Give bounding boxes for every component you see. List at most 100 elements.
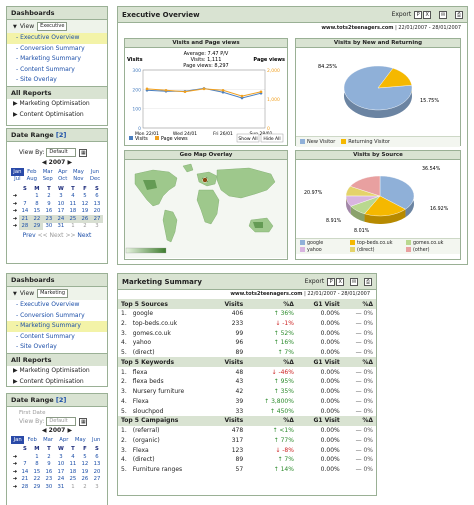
calendar-day[interactable]: 16 xyxy=(43,468,55,476)
table-row[interactable]: 3. Flexa 123 ↓ -8% 0.00% — 0% xyxy=(118,445,376,455)
export-xml-icon[interactable]: X xyxy=(336,277,345,286)
table-row[interactable]: 5. (direct) 89 ↑ 7% 0.00% — 0% xyxy=(118,348,376,358)
help-link[interactable]: [2] xyxy=(56,131,66,139)
email-icon[interactable]: ✉ xyxy=(439,10,448,19)
calendar-day[interactable]: 24 xyxy=(54,215,67,223)
calendar-day[interactable]: 19 xyxy=(79,208,91,216)
month-mar[interactable]: Mar xyxy=(40,168,56,176)
calendar-day[interactable]: 23 xyxy=(42,215,55,223)
next-year-arrow[interactable]: ▶ xyxy=(67,159,72,166)
sidebar-item-content-summary[interactable]: - Content Summary xyxy=(7,65,107,76)
calendar-day[interactable]: 30 xyxy=(43,223,55,231)
calendar-day[interactable]: 9 xyxy=(43,200,55,208)
sidebar-item-site-overlay[interactable]: - Site Overlay xyxy=(7,75,107,86)
calendar-day[interactable]: 25 xyxy=(66,215,79,223)
prev-link[interactable]: Prev xyxy=(23,232,36,239)
calendar-day[interactable]: 1 xyxy=(31,193,43,201)
table-row[interactable]: 2. (organic) 317 ↑ 77% 0.00% — 0% xyxy=(118,436,376,446)
email-icon[interactable]: ✉ xyxy=(350,277,359,286)
calendar-day[interactable]: 3 xyxy=(55,193,67,201)
calendar-day[interactable]: 25 xyxy=(67,476,79,484)
month-jan[interactable]: Jan xyxy=(11,436,25,444)
calendar-day[interactable]: 1 xyxy=(31,453,43,461)
calendar-day[interactable]: 12 xyxy=(79,461,91,469)
calendar-icon[interactable]: ▦ xyxy=(79,148,88,157)
calendar-day[interactable] xyxy=(19,193,31,201)
series-point[interactable] xyxy=(183,90,187,94)
calendar-day[interactable]: 24 xyxy=(55,476,67,484)
month-oct[interactable]: Oct xyxy=(56,176,70,184)
sidebar-item-site-overlay-2[interactable]: - Site Overlay xyxy=(7,342,107,353)
calendar-day[interactable]: 31 xyxy=(55,483,67,491)
month-may[interactable]: May xyxy=(70,168,87,176)
hide-all-button[interactable]: Hide All xyxy=(260,133,284,143)
calendar-day[interactable]: 21 xyxy=(18,215,31,223)
table-row[interactable]: 5. Furniture ranges 57 ↑ 14% 0.00% — 0% xyxy=(118,465,376,475)
month-jun[interactable]: Jun xyxy=(87,168,103,176)
calendar-day[interactable]: 15 xyxy=(31,208,43,216)
table-row[interactable]: 2. top-beds.co.uk 233 ↓ -1% 0.00% — 0% xyxy=(118,319,376,329)
table-row[interactable]: 4. yahoo 96 ↑ 16% 0.00% — 0% xyxy=(118,338,376,348)
prev-year-arrow-2[interactable]: ◀ xyxy=(42,427,47,434)
calendar-icon-2[interactable]: ▦ xyxy=(79,417,88,426)
calendar-day[interactable]: 8 xyxy=(31,200,43,208)
calendar-day[interactable]: 13 xyxy=(91,200,103,208)
calendar-day[interactable]: 16 xyxy=(43,208,55,216)
table-row[interactable]: 3. Nursery furniture 42 ↑ 35% 0.00% — 0% xyxy=(118,387,376,397)
month-aug[interactable]: Aug xyxy=(24,176,40,184)
calendar-day[interactable]: 28 xyxy=(18,222,31,230)
calendar-day[interactable]: 14 xyxy=(19,468,31,476)
next-year-arrow-2[interactable]: ▶ xyxy=(67,427,72,434)
week-select-arrow[interactable]: ➜ xyxy=(11,193,19,201)
calendar-day[interactable] xyxy=(19,453,31,461)
show-all-button[interactable]: Show All xyxy=(236,133,260,143)
week-select-arrow[interactable]: ➜ xyxy=(11,468,19,476)
calendar-day[interactable]: 28 xyxy=(19,483,31,491)
export-xml-icon[interactable]: X xyxy=(423,10,432,19)
calendar-day[interactable]: 7 xyxy=(19,200,31,208)
month-nov[interactable]: Nov xyxy=(70,176,87,184)
month-may[interactable]: May xyxy=(71,436,89,444)
sidebar-item-conversion-summary[interactable]: - Conversion Summary xyxy=(7,44,107,55)
calendar-day[interactable]: 2 xyxy=(79,483,91,491)
month-dec[interactable]: Dec xyxy=(87,176,103,184)
calendar-day[interactable]: 26 xyxy=(79,476,91,484)
next-link[interactable]: Next xyxy=(77,232,91,239)
view-select[interactable]: Executive xyxy=(37,22,68,31)
calendar-day[interactable]: 18 xyxy=(67,208,79,216)
calendar-day[interactable]: 6 xyxy=(91,193,103,201)
calendar-day[interactable]: 26 xyxy=(78,215,91,223)
sidebar-item-executive-overview-2[interactable]: - Executive Overview xyxy=(7,300,107,311)
month-jun[interactable]: Jun xyxy=(89,436,103,444)
view-select-2[interactable]: Marketing xyxy=(37,289,69,298)
series-point[interactable] xyxy=(259,90,263,94)
calendar-day[interactable]: 5 xyxy=(79,453,91,461)
table-row[interactable]: 1. google 406 ↑ 36% 0.00% — 0% xyxy=(118,309,376,319)
calendar-day[interactable]: 29 xyxy=(31,483,43,491)
help-link-2[interactable]: [2] xyxy=(56,396,66,404)
table-row[interactable]: 4. (direct) 89 ↑ 7% 0.00% — 0% xyxy=(118,455,376,465)
report-content-optimisation[interactable]: ▶ Content Optimisation xyxy=(7,110,107,121)
table-row[interactable]: 5. slouchpod 33 ↑ 450% 0.00% — 0% xyxy=(118,406,376,416)
calendar-day[interactable]: 4 xyxy=(67,453,79,461)
calendar-day[interactable]: 10 xyxy=(55,461,67,469)
table-row[interactable]: 4. Flexa 39 ↑ 3,800% 0.00% — 0% xyxy=(118,397,376,407)
calendar-day[interactable]: 17 xyxy=(55,208,67,216)
calendar-day[interactable]: 20 xyxy=(91,208,103,216)
month-feb[interactable]: Feb xyxy=(24,168,40,176)
month-apr[interactable]: Apr xyxy=(56,168,70,176)
export-pdf-icon[interactable]: P xyxy=(414,10,423,19)
week-select-arrow[interactable]: ➜ xyxy=(11,461,19,469)
calendar-day[interactable]: 7 xyxy=(19,461,31,469)
week-select-arrow[interactable]: ➜ xyxy=(11,483,19,491)
calendar-day[interactable]: 12 xyxy=(79,200,91,208)
week-select-arrow[interactable]: ➜ xyxy=(11,223,19,231)
print-icon[interactable]: ⎙ xyxy=(455,10,463,19)
calendar-day[interactable]: 21 xyxy=(19,476,31,484)
week-select-arrow[interactable]: ➜ xyxy=(11,476,19,484)
calendar-day[interactable]: 5 xyxy=(79,193,91,201)
calendar-day[interactable]: 27 xyxy=(91,476,103,484)
calendar-day[interactable]: 3 xyxy=(91,223,103,231)
series-point[interactable] xyxy=(145,87,149,91)
calendar-day[interactable]: 15 xyxy=(31,468,43,476)
